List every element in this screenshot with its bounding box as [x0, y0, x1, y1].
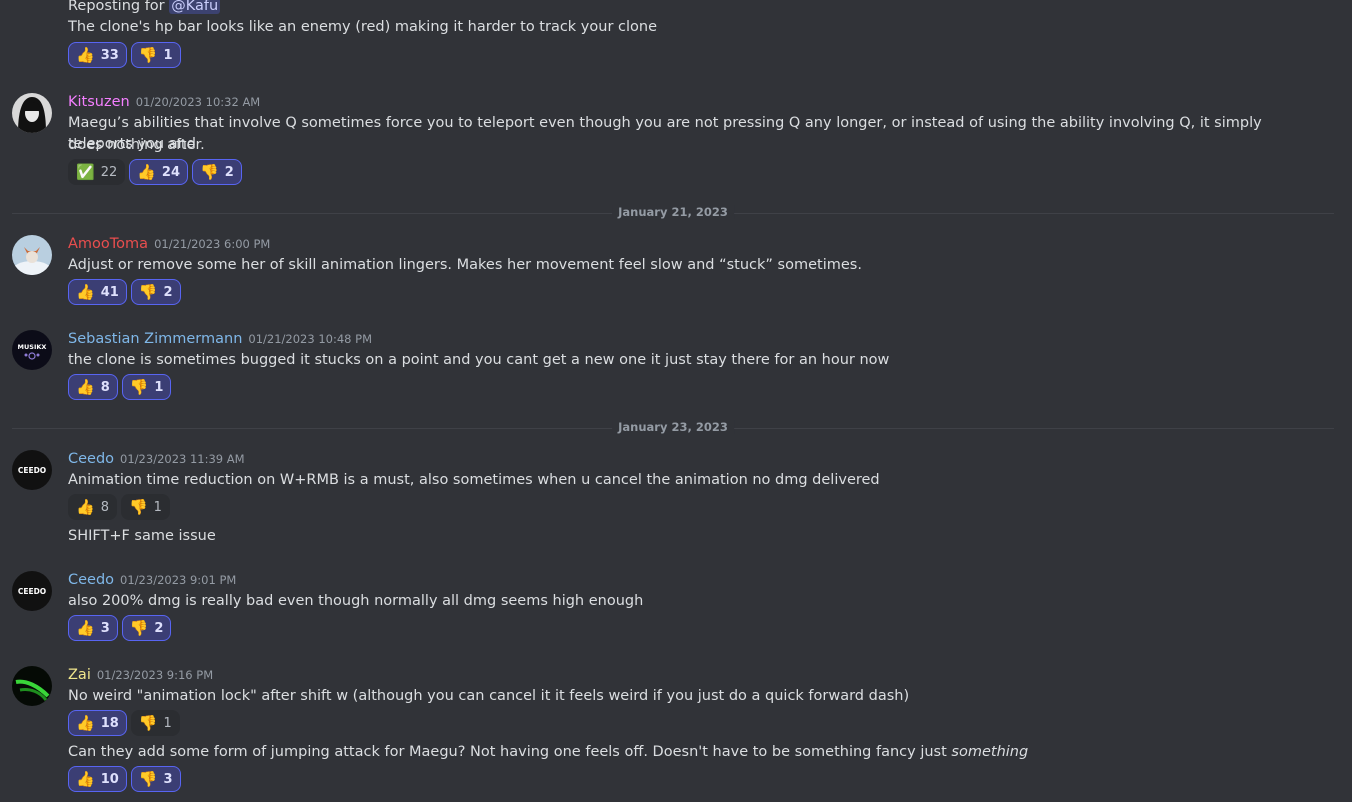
- reaction-thumbs-up[interactable]: 👍 3: [68, 615, 118, 641]
- avatar-image: MUSIKX: [12, 330, 52, 370]
- thumbs-down-icon: 👎: [138, 713, 158, 732]
- message-text: Reposting for @Kafu: [68, 0, 221, 14]
- timestamp[interactable]: 01/23/2023 9:16 PM: [97, 668, 213, 682]
- avatar-image: [12, 93, 52, 133]
- thumbs-down-icon: 👎: [129, 618, 149, 637]
- avatar[interactable]: [12, 235, 52, 275]
- avatar[interactable]: CEEDO: [12, 450, 52, 490]
- svg-text:CEEDO: CEEDO: [18, 466, 46, 475]
- message-text: also 200% dmg is really bad even though …: [68, 593, 644, 609]
- date-divider-label: January 21, 2023: [612, 205, 734, 219]
- reaction-thumbs-up[interactable]: 👍 33: [68, 42, 127, 68]
- date-divider: January 23, 2023: [12, 420, 1334, 434]
- reactions: 👍 8 👎 1: [68, 494, 170, 520]
- reaction-thumbs-down[interactable]: 👎 2: [121, 615, 172, 641]
- username[interactable]: Ceedo: [68, 451, 114, 467]
- reaction-thumbs-up[interactable]: 👍 8: [68, 494, 117, 520]
- username[interactable]: Kitsuzen: [68, 94, 130, 110]
- reaction-thumbs-down[interactable]: 👎 1: [130, 42, 181, 68]
- message-text: Animation time reduction on W+RMB is a m…: [68, 472, 880, 488]
- thumbs-up-icon: 👍: [76, 769, 95, 788]
- message-text: the clone is sometimes bugged it stucks …: [68, 352, 890, 368]
- reactions: 👍 10 👎 3: [68, 766, 181, 792]
- message-text: SHIFT+F same issue: [68, 528, 216, 544]
- thumbs-up-icon: 👍: [76, 618, 95, 637]
- thumbs-up-icon: 👍: [137, 162, 156, 181]
- timestamp[interactable]: 01/23/2023 9:01 PM: [120, 573, 236, 587]
- message-header: Kitsuzen 01/20/2023 10:32 AM: [68, 92, 260, 112]
- message-header: Zai 01/23/2023 9:16 PM: [68, 665, 213, 685]
- thumbs-down-icon: 👎: [138, 282, 158, 301]
- thumbs-up-icon: 👍: [76, 377, 95, 396]
- reaction-thumbs-down[interactable]: 👎 2: [192, 159, 242, 185]
- thumbs-down-icon: 👎: [200, 162, 219, 181]
- date-divider-label: January 23, 2023: [612, 420, 734, 434]
- svg-text:MUSIKX: MUSIKX: [18, 343, 47, 351]
- reaction-thumbs-down[interactable]: 👎 1: [120, 494, 170, 520]
- thumbs-up-icon: 👍: [76, 282, 95, 301]
- avatar-image: CEEDO: [12, 450, 52, 490]
- svg-text:CEEDO: CEEDO: [18, 587, 46, 596]
- thumbs-down-icon: 👎: [128, 497, 148, 516]
- message-header: Sebastian Zimmermann 01/21/2023 10:48 PM: [68, 329, 372, 349]
- date-divider: January 21, 2023: [12, 205, 1334, 219]
- thumbs-down-icon: 👎: [138, 45, 158, 64]
- reaction-thumbs-down[interactable]: 👎 1: [121, 374, 172, 400]
- thumbs-up-icon: 👍: [76, 45, 95, 64]
- reaction-check[interactable]: ✅ 22: [68, 159, 126, 185]
- reactions: 👍 3 👎 2: [68, 615, 172, 641]
- reaction-thumbs-up[interactable]: 👍 41: [68, 279, 127, 305]
- reaction-thumbs-down[interactable]: 👎 3: [130, 766, 181, 792]
- reaction-thumbs-up[interactable]: 👍 10: [68, 766, 127, 792]
- timestamp[interactable]: 01/21/2023 10:48 PM: [248, 332, 372, 346]
- message-text: Can they add some form of jumping attack…: [68, 744, 1029, 760]
- message-header: Ceedo 01/23/2023 11:39 AM: [68, 449, 245, 469]
- message-text: Adjust or remove some her of skill anima…: [68, 257, 862, 273]
- thumbs-down-icon: 👎: [129, 377, 149, 396]
- avatar[interactable]: MUSIKX: [12, 330, 52, 370]
- avatar[interactable]: CEEDO: [12, 571, 52, 611]
- reactions: 👍 41 👎 2: [68, 279, 181, 305]
- reactions: ✅ 22 👍 24 👎 2: [68, 159, 242, 185]
- timestamp[interactable]: 01/20/2023 10:32 AM: [136, 95, 261, 109]
- thumbs-up-icon: 👍: [76, 497, 95, 516]
- timestamp[interactable]: 01/23/2023 11:39 AM: [120, 452, 245, 466]
- avatar-image: [12, 235, 52, 275]
- username[interactable]: Ceedo: [68, 572, 114, 588]
- reaction-thumbs-up[interactable]: 👍 8: [68, 374, 118, 400]
- avatar[interactable]: [12, 93, 52, 133]
- reactions: 👍 33 👎 1: [68, 42, 181, 68]
- username[interactable]: AmooToma: [68, 236, 148, 252]
- thumbs-up-icon: 👍: [76, 713, 95, 732]
- check-mark-icon: ✅: [76, 162, 95, 181]
- message-text: No weird "animation lock" after shift w …: [68, 688, 910, 704]
- reactions: 👍 18 👎 1: [68, 710, 180, 736]
- message-text: does nothing after.: [68, 137, 205, 153]
- reaction-thumbs-up[interactable]: 👍 24: [129, 159, 189, 185]
- message-text: The clone's hp bar looks like an enemy (…: [68, 19, 658, 35]
- reaction-thumbs-down[interactable]: 👎 2: [130, 279, 181, 305]
- message-header: AmooToma 01/21/2023 6:00 PM: [68, 234, 270, 254]
- avatar[interactable]: [12, 666, 52, 706]
- timestamp[interactable]: 01/21/2023 6:00 PM: [154, 237, 270, 251]
- reactions: 👍 8 👎 1: [68, 374, 172, 400]
- reaction-thumbs-up[interactable]: 👍 18: [68, 710, 127, 736]
- thumbs-down-icon: 👎: [138, 769, 158, 788]
- avatar-image: [12, 666, 52, 706]
- username[interactable]: Sebastian Zimmermann: [68, 331, 242, 347]
- reaction-thumbs-down[interactable]: 👎 1: [130, 710, 180, 736]
- message-header: Ceedo 01/23/2023 9:01 PM: [68, 570, 236, 590]
- user-mention[interactable]: @Kafu: [169, 0, 221, 14]
- avatar-image: CEEDO: [12, 571, 52, 611]
- username[interactable]: Zai: [68, 667, 91, 683]
